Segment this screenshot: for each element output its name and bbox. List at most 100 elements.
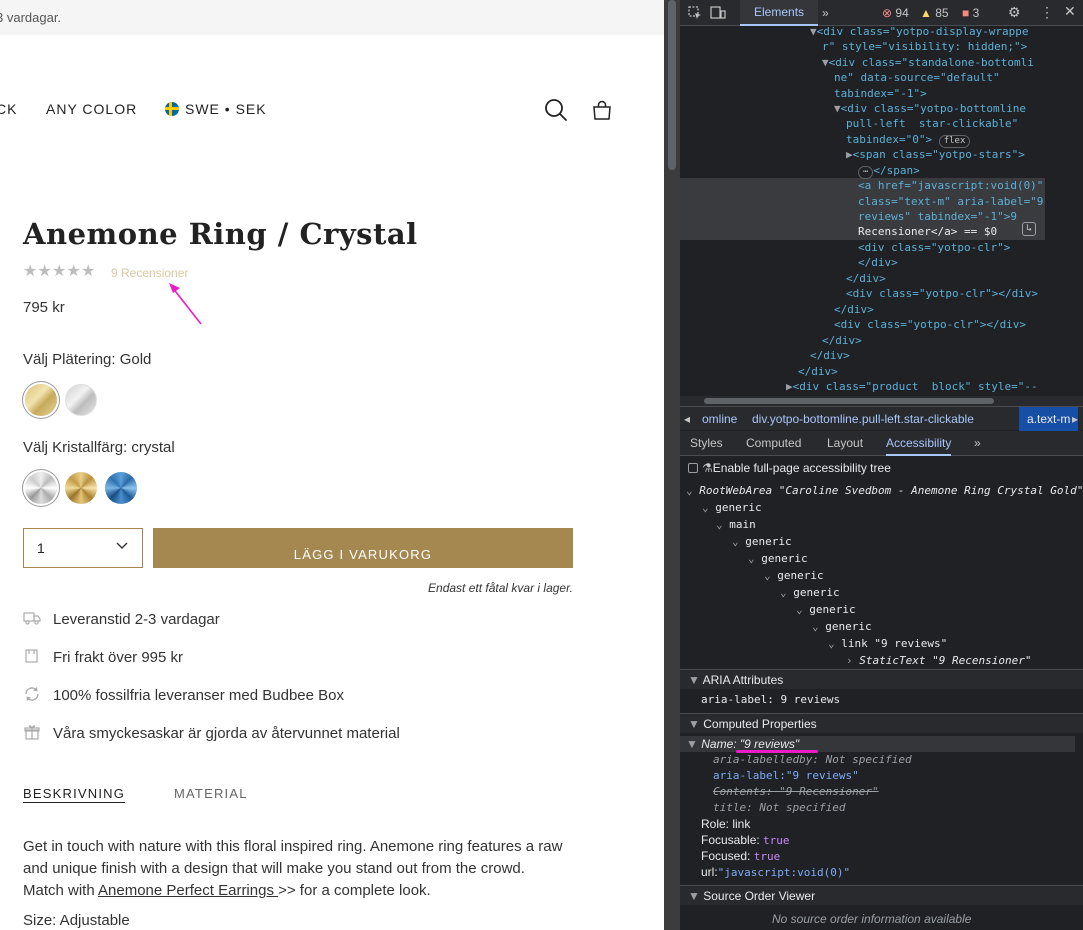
tab-description[interactable]: BESKRIVNING [23, 786, 126, 803]
devtools-toolbar: Elements » ⊗ 94 ▲ 85 ■ 3 ⚙ ⋮ ✕ [680, 0, 1083, 26]
ax-tree-node[interactable]: ⌄ generic [764, 569, 824, 582]
dom-line[interactable]: ne" data-source="default" [834, 71, 1000, 84]
collapse-triangle-icon[interactable]: ▶ [786, 380, 793, 393]
dom-line[interactable]: <div class="standalone-bottomli [829, 56, 1034, 69]
ax-tree-node[interactable]: ⌄ generic [812, 620, 872, 633]
breadcrumb: ◂ omline div.yotpo-bottomline.pull-left.… [680, 406, 1083, 431]
swatch-golden-shadow[interactable] [65, 472, 97, 504]
labelledby-text: aria-labelledby: Not specified [713, 753, 912, 766]
aria-attributes-header[interactable]: ▼ ARIA Attributes [680, 669, 1083, 689]
ax-node-label: link "9 reviews" [841, 637, 948, 650]
dom-line[interactable]: <div class="yotpo-display-wrappe [817, 26, 1029, 38]
cart-bag-icon[interactable] [592, 100, 612, 120]
swatch-aquamarine[interactable] [105, 472, 137, 504]
swatch-crystal[interactable] [25, 472, 57, 504]
tab-material[interactable]: MATERIAL [174, 786, 248, 801]
nav-item-any-color[interactable]: ANY COLOR [46, 101, 137, 117]
focused-key: Focused: [701, 849, 751, 863]
expand-triangle-icon[interactable]: ▼ [822, 56, 829, 69]
ax-tree-node[interactable]: ⌄ generic [796, 603, 856, 616]
dom-line[interactable]: tabindex="0"> [846, 133, 932, 146]
ax-tree-root[interactable]: ⌄ RootWebArea "Caroline Svedbom - Anemon… [686, 484, 1083, 497]
computed-properties-header[interactable]: ▼ Computed Properties [680, 713, 1083, 733]
expand-triangle-icon[interactable]: ▼ [834, 102, 841, 115]
dom-line[interactable]: </div> [846, 272, 886, 285]
ax-tree-node[interactable]: ⌄ generic [702, 501, 762, 514]
dom-line[interactable]: </div> [798, 365, 838, 378]
ax-tree-node[interactable]: ⌄ main [716, 518, 756, 531]
page-scrollbar-thumb[interactable] [668, 0, 676, 170]
dom-line[interactable]: <div class="product block" style="-- [793, 380, 1038, 393]
product-size: Size: Adjustable [23, 912, 130, 929]
tab-computed[interactable]: Computed [746, 436, 801, 450]
dom-line[interactable]: <div class="yotpo-clr"></div> [834, 318, 1026, 331]
error-count[interactable]: ⊗ 94 [882, 6, 909, 20]
dom-line[interactable]: <div class="yotpo-bottomline [841, 102, 1026, 115]
add-to-cart-button[interactable]: LÄGG I VARUKORG [153, 528, 573, 568]
product-price: 795 kr [23, 299, 65, 316]
ax-tree-node-link[interactable]: ⌄ link "9 reviews" [828, 637, 947, 650]
dom-line-selected[interactable]: <a href="javascript:void(0)" [858, 179, 1043, 192]
settings-gear-icon[interactable]: ⚙ [1008, 4, 1021, 21]
dom-line[interactable]: </span> [873, 164, 919, 177]
dom-line[interactable]: <div class="yotpo-clr"> [858, 241, 1010, 254]
tab-elements[interactable]: Elements [740, 0, 819, 26]
more-tabs-button[interactable]: » [822, 6, 829, 20]
breadcrumb-scroll-right-icon[interactable]: ▸ [1072, 412, 1078, 426]
expand-triangle-icon[interactable]: ▼ [810, 26, 817, 38]
ax-tree-node[interactable]: ⌄ generic [748, 552, 808, 565]
ax-tree-node[interactable]: ⌄ generic [780, 586, 840, 599]
dom-line[interactable]: </div> [834, 303, 874, 316]
page-scrollbar[interactable] [664, 0, 680, 930]
issues-count[interactable]: ■ 3 [962, 6, 979, 20]
inspect-element-icon[interactable] [688, 6, 702, 20]
warning-count-text: 85 [935, 6, 949, 20]
full-tree-toggle[interactable]: ⚗Enable full-page accessibility tree [688, 461, 891, 475]
source-order-note: No source order information available [772, 912, 972, 926]
horizontal-scrollbar[interactable] [680, 396, 1083, 406]
computed-name[interactable]: ▼ Name: "9 reviews" [686, 737, 799, 751]
scrollbar-thumb[interactable] [704, 398, 994, 404]
more-subtabs-button[interactable]: » [974, 436, 981, 450]
source-order-header[interactable]: ▼ Source Order Viewer [680, 885, 1083, 905]
dom-line[interactable]: </div> [858, 256, 898, 269]
dom-line[interactable]: </div> [810, 349, 850, 362]
dom-tree[interactable]: ▼<div class="yotpo-display-wrappe r" sty… [680, 26, 1075, 396]
dom-line-selected[interactable]: Recensioner</a> == $0 [858, 225, 997, 238]
reviews-link[interactable]: 9 Recensioner [111, 266, 188, 280]
search-icon[interactable] [544, 98, 568, 122]
tab-layout[interactable]: Layout [827, 436, 863, 450]
dom-line-selected[interactable]: reviews" tabindex="-1">9 [858, 210, 1017, 223]
dom-line[interactable]: <div class="yotpo-clr"></div> [846, 287, 1038, 300]
collapse-triangle-icon[interactable]: ▶ [846, 148, 853, 161]
dom-line[interactable]: pull-left star-clickable" [846, 117, 1018, 130]
checkbox[interactable] [688, 463, 698, 473]
nav-item-partial[interactable]: CK [0, 101, 17, 117]
dom-line[interactable]: tabindex="-1"> [834, 87, 927, 100]
tab-styles[interactable]: Styles [690, 436, 723, 450]
breadcrumb-scroll-left-icon[interactable]: ◂ [684, 412, 690, 426]
ax-tree-node[interactable]: ⌄ generic [732, 535, 792, 548]
kebab-menu-icon[interactable]: ⋮ [1040, 4, 1054, 21]
device-toolbar-icon[interactable] [710, 6, 726, 20]
locale-selector[interactable]: SWE • SEK [165, 101, 267, 117]
warning-count[interactable]: ▲ 85 [920, 6, 949, 20]
star-rating[interactable]: ★ ★ ★ ★ ★ [23, 264, 96, 280]
quantity-select[interactable]: 1 [23, 528, 143, 568]
ax-tree-node-static-text[interactable]: › StaticText "9 Recensioner" [846, 654, 1031, 667]
dom-line[interactable]: </div> [822, 334, 862, 347]
anemone-earrings-link[interactable]: Anemone Perfect Earrings [98, 882, 278, 899]
dom-line[interactable]: <span class="yotpo-stars"> [853, 148, 1025, 161]
label-key: aria-label: [713, 769, 786, 782]
copy-icon[interactable]: ↳ [1022, 222, 1036, 236]
dom-line-selected[interactable]: class="text-m" aria-label="9 [858, 195, 1043, 208]
dom-line[interactable]: r" style="visibility: hidden;"> [822, 40, 1027, 53]
swatch-gold[interactable] [25, 384, 57, 416]
close-icon[interactable]: ✕ [1064, 3, 1076, 20]
breadcrumb-item[interactable]: div.yotpo-bottomline.pull-left.star-clic… [752, 412, 974, 426]
swatch-silver[interactable] [65, 384, 97, 416]
tab-accessibility[interactable]: Accessibility [886, 436, 952, 456]
breadcrumb-item[interactable]: omline [702, 412, 737, 426]
computed-name-text: Name: "9 reviews" [701, 737, 800, 751]
breadcrumb-item-current[interactable]: a.text-m [1019, 407, 1079, 431]
